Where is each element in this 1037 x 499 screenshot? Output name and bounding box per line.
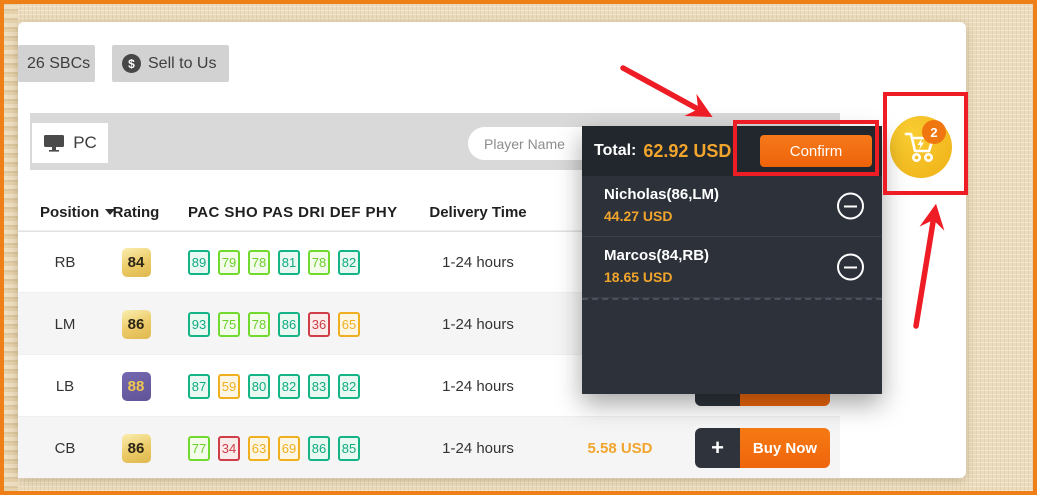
stat-box: 83 [308, 374, 330, 399]
monitor-icon [43, 134, 65, 152]
stat-box: 63 [248, 436, 270, 461]
cart-total-bar: Total: 62.92 USD Confirm [582, 126, 882, 176]
cart-button[interactable]: 2 [890, 116, 952, 178]
cell-position: LB [35, 355, 95, 417]
tab-sbcs[interactable]: 26 SBCs [18, 45, 95, 82]
cell-stats: 87 59 80 82 83 82 [188, 355, 360, 417]
stat-box: 75 [218, 312, 240, 337]
stat-box: 78 [248, 250, 270, 275]
rating-badge: 84 [122, 248, 151, 277]
rating-badge: 88 [122, 372, 151, 401]
stat-box: 65 [338, 312, 360, 337]
cell-stats: 77 34 63 69 86 85 [188, 417, 360, 479]
platform-pc-button[interactable]: PC [32, 123, 108, 163]
cell-delivery-time: 1-24 hours [408, 355, 548, 417]
cart-item: Marcos(84,RB) 18.65 USD [582, 237, 882, 298]
stat-box: 93 [188, 312, 210, 337]
tab-sell-to-us[interactable]: $ Sell to Us [112, 45, 229, 82]
stat-box: 80 [248, 374, 270, 399]
tab-sbcs-label: 26 SBCs [27, 55, 90, 73]
stat-box: 79 [218, 250, 240, 275]
cell-delivery-time: 1-24 hours [408, 293, 548, 355]
cell-delivery-time: 1-24 hours [408, 231, 548, 293]
stat-box: 86 [308, 436, 330, 461]
stat-box: 82 [278, 374, 300, 399]
stat-box: 36 [308, 312, 330, 337]
table-row: CB 86 77 34 63 69 86 85 1-24 hours 5.58 … [18, 416, 840, 478]
cell-position: RB [35, 231, 95, 293]
stat-box: 78 [308, 250, 330, 275]
remove-item-icon[interactable] [837, 254, 864, 281]
cell-stats: 89 79 78 81 78 82 [188, 231, 360, 293]
stat-box: 87 [188, 374, 210, 399]
confirm-button[interactable]: Confirm [760, 135, 872, 167]
cart-total-label: Total: [594, 142, 636, 160]
decorative-left-border [4, 4, 18, 491]
platform-pc-label: PC [73, 133, 97, 153]
stat-box: 59 [218, 374, 240, 399]
buy-now-button[interactable]: + Buy Now [695, 428, 830, 468]
tab-sell-to-us-label: Sell to Us [148, 55, 216, 73]
stat-box: 82 [338, 374, 360, 399]
page-background: 26 SBCs $ Sell to Us PC Position Rating [0, 0, 1037, 495]
cell-price: 5.58 USD [570, 417, 670, 479]
add-to-cart-icon[interactable]: + [695, 428, 740, 468]
stat-box: 69 [278, 436, 300, 461]
cart-divider [582, 298, 882, 300]
stat-box: 78 [248, 312, 270, 337]
stat-box: 89 [188, 250, 210, 275]
rating-badge: 86 [122, 434, 151, 463]
column-header-rating: Rating [102, 192, 170, 232]
stat-box: 34 [218, 436, 240, 461]
cell-position: CB [35, 417, 95, 479]
coin-icon: $ [122, 54, 141, 73]
cart-count-badge: 2 [922, 120, 946, 144]
column-header-stats: PAC SHO PAS DRI DEF PHY [188, 192, 398, 232]
stat-box: 86 [278, 312, 300, 337]
stat-box: 81 [278, 250, 300, 275]
remove-item-icon[interactable] [837, 193, 864, 220]
cart-item: Nicholas(86,LM) 44.27 USD [582, 176, 882, 237]
stat-box: 85 [338, 436, 360, 461]
cell-delivery-time: 1-24 hours [408, 417, 548, 479]
stat-box: 77 [188, 436, 210, 461]
rating-badge: 86 [122, 310, 151, 339]
stat-box: 82 [338, 250, 360, 275]
cart-dropdown: Total: 62.92 USD Confirm Nicholas(86,LM)… [582, 126, 882, 394]
cell-stats: 93 75 78 86 36 65 [188, 293, 360, 355]
cell-position: LM [35, 293, 95, 355]
cart-total-value: 62.92 USD [643, 141, 731, 162]
column-header-delivery: Delivery Time [408, 192, 548, 232]
